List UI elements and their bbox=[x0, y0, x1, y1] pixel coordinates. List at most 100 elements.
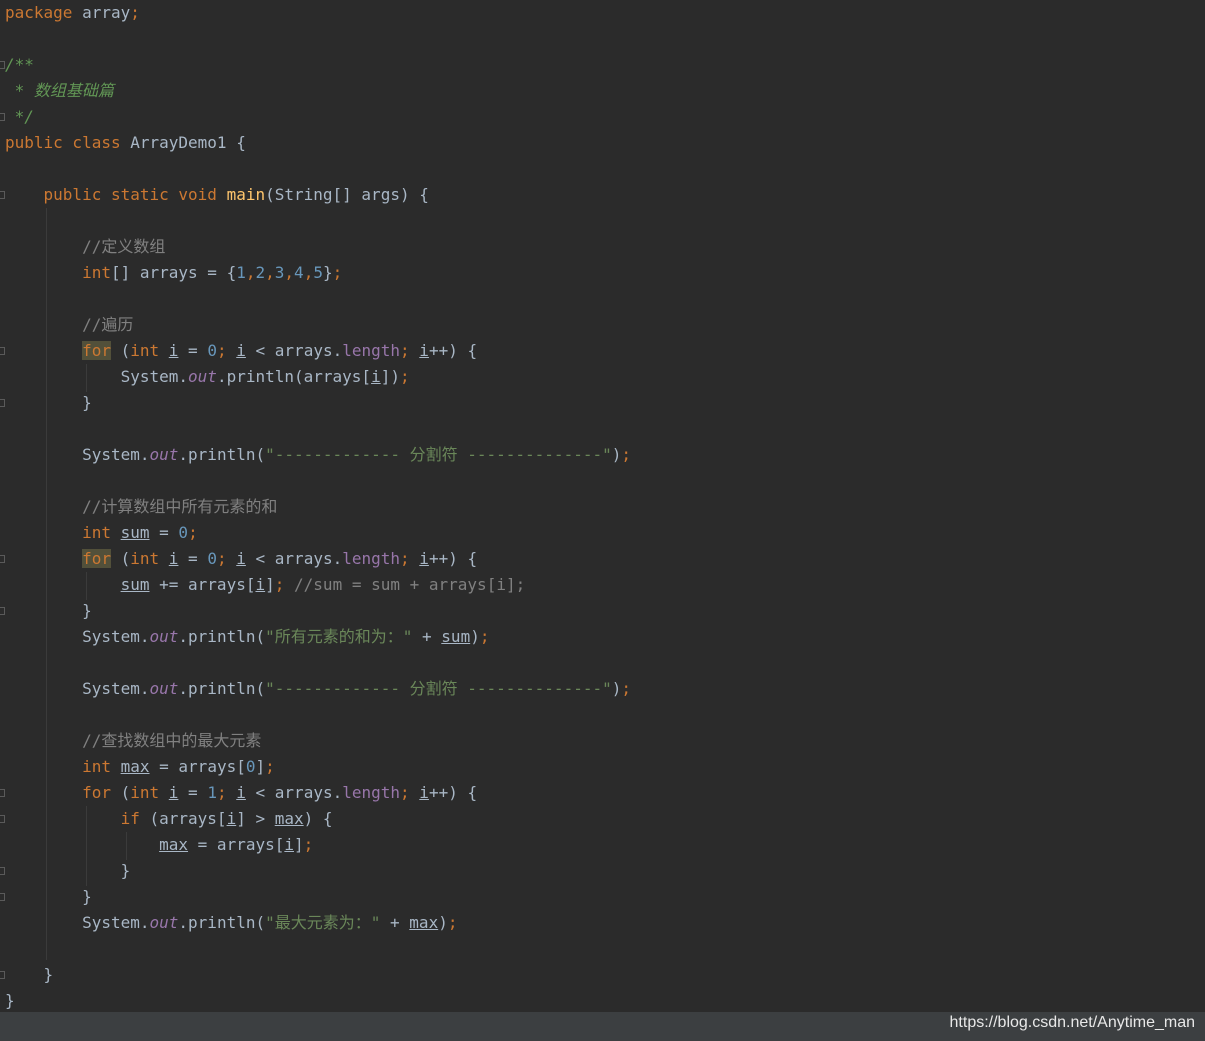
code-line[interactable]: for (int i = 1; i < arrays.length; i++) … bbox=[5, 780, 631, 806]
code-editor[interactable]: package array; /** * 数组基础篇 */ public clas… bbox=[0, 0, 1205, 1012]
code-token: sum bbox=[120, 523, 150, 542]
code-line[interactable]: //遍历 bbox=[5, 312, 631, 338]
code-line[interactable] bbox=[5, 286, 631, 312]
code-token: ) bbox=[611, 445, 622, 464]
code-token: 2 bbox=[255, 263, 266, 282]
code-line[interactable]: } bbox=[5, 598, 631, 624]
code-line[interactable]: System.out.println("最大元素为：" + max); bbox=[5, 910, 631, 936]
code-line[interactable]: } bbox=[5, 988, 631, 1012]
code-line[interactable]: public static void main(String[] args) { bbox=[5, 182, 631, 208]
code-line[interactable] bbox=[5, 208, 631, 234]
code-token: i bbox=[255, 575, 266, 594]
code-token: ; bbox=[400, 549, 410, 568]
code-line[interactable]: } bbox=[5, 390, 631, 416]
code-line[interactable]: * 数组基础篇 bbox=[5, 78, 631, 104]
code-line[interactable]: for (int i = 0; i < arrays.length; i++) … bbox=[5, 338, 631, 364]
code-token: ; bbox=[265, 757, 275, 776]
code-token: length bbox=[342, 341, 401, 360]
code-line[interactable] bbox=[5, 702, 631, 728]
code-token: int bbox=[82, 263, 111, 282]
code-token: ++) { bbox=[428, 549, 478, 568]
code-token: //定义数组 bbox=[82, 237, 166, 256]
code-area[interactable]: package array; /** * 数组基础篇 */ public clas… bbox=[5, 0, 631, 1012]
code-token: max bbox=[409, 913, 439, 932]
code-line[interactable] bbox=[5, 156, 631, 182]
code-line[interactable]: package array; bbox=[5, 0, 631, 26]
code-token: 0 bbox=[207, 549, 217, 568]
code-token: ++) { bbox=[428, 783, 478, 802]
code-line[interactable]: //计算数组中所有元素的和 bbox=[5, 494, 631, 520]
code-token: max bbox=[159, 835, 189, 854]
code-line[interactable]: } bbox=[5, 962, 631, 988]
code-token: (arrays[ bbox=[139, 809, 227, 828]
code-token: } bbox=[5, 887, 92, 906]
code-token: ) { bbox=[303, 809, 333, 828]
code-line[interactable]: max = arrays[i]; bbox=[5, 832, 631, 858]
code-token: System. bbox=[5, 679, 150, 698]
code-token: ; bbox=[274, 575, 285, 594]
code-token: ; bbox=[216, 783, 227, 802]
code-token: "所有元素的和为：" bbox=[265, 627, 413, 646]
code-line[interactable]: //定义数组 bbox=[5, 234, 631, 260]
code-token: "------------- 分割符 --------------" bbox=[265, 445, 612, 464]
code-line[interactable] bbox=[5, 650, 631, 676]
code-token: int bbox=[82, 757, 111, 776]
code-token: [] arrays = { bbox=[110, 263, 237, 282]
code-token: , bbox=[265, 263, 275, 282]
code-line[interactable] bbox=[5, 936, 631, 962]
code-line[interactable]: System.out.println("------------- 分割符 --… bbox=[5, 442, 631, 468]
code-token: System. bbox=[5, 367, 189, 386]
code-token: int bbox=[130, 549, 160, 568]
code-line[interactable]: if (arrays[i] > max) { bbox=[5, 806, 631, 832]
code-token: } bbox=[322, 263, 333, 282]
code-line[interactable] bbox=[5, 26, 631, 52]
code-line[interactable]: } bbox=[5, 858, 631, 884]
code-line[interactable]: int sum = 0; bbox=[5, 520, 631, 546]
code-token: out bbox=[149, 679, 179, 698]
code-token: } bbox=[5, 965, 54, 984]
code-token: //sum = sum + arrays[i]; bbox=[294, 575, 526, 594]
code-token: = arrays[ bbox=[188, 835, 285, 854]
code-token: (String[] args) { bbox=[265, 185, 429, 204]
code-token: } bbox=[5, 861, 131, 880]
code-line[interactable]: /** bbox=[5, 52, 631, 78]
code-line[interactable]: int[] arrays = {1,2,3,4,5}; bbox=[5, 260, 631, 286]
code-line[interactable] bbox=[5, 416, 631, 442]
code-token: 4 bbox=[294, 263, 304, 282]
code-line[interactable]: for (int i = 0; i < arrays.length; i++) … bbox=[5, 546, 631, 572]
code-line[interactable]: System.out.println("------------- 分割符 --… bbox=[5, 676, 631, 702]
code-token: ] > bbox=[236, 809, 275, 828]
code-line[interactable]: System.out.println("所有元素的和为：" + sum); bbox=[5, 624, 631, 650]
code-token: main bbox=[226, 185, 266, 204]
code-token: public static void bbox=[43, 185, 217, 204]
code-token: for bbox=[82, 341, 111, 360]
code-token: ) bbox=[611, 679, 622, 698]
code-line[interactable] bbox=[5, 468, 631, 494]
code-token: < arrays. bbox=[245, 783, 343, 802]
code-line[interactable]: public class ArrayDemo1 { bbox=[5, 130, 631, 156]
code-line[interactable]: */ bbox=[5, 104, 631, 130]
code-token: i bbox=[168, 783, 179, 802]
code-line[interactable]: } bbox=[5, 884, 631, 910]
code-token: ArrayDemo1 { bbox=[120, 133, 246, 152]
code-line[interactable]: //查找数组中的最大元素 bbox=[5, 728, 631, 754]
code-token: i bbox=[168, 549, 179, 568]
code-line[interactable]: System.out.println(arrays[i]); bbox=[5, 364, 631, 390]
code-token: ( bbox=[110, 341, 131, 360]
code-token: += arrays[ bbox=[149, 575, 256, 594]
code-token: 0 bbox=[207, 341, 217, 360]
code-token: i bbox=[226, 809, 237, 828]
code-token: out bbox=[149, 445, 179, 464]
code-token: .println( bbox=[178, 627, 266, 646]
code-token: ; bbox=[332, 263, 343, 282]
code-token: max bbox=[274, 809, 304, 828]
code-line[interactable]: int max = arrays[0]; bbox=[5, 754, 631, 780]
code-line[interactable]: sum += arrays[i]; //sum = sum + arrays[i… bbox=[5, 572, 631, 598]
